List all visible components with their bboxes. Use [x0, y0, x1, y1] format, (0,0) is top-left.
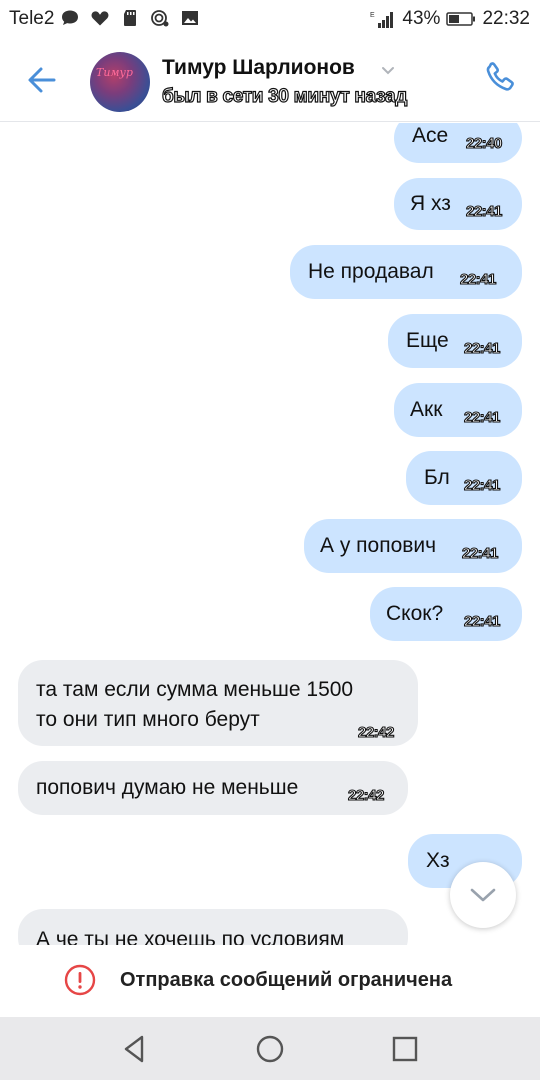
message-text: Я хз: [410, 192, 451, 215]
message-time: 22:41: [459, 270, 496, 288]
warning-icon: [64, 964, 96, 996]
system-status: E 43% 22:32: [370, 8, 530, 30]
message-text: попович думаю не меньше: [36, 776, 299, 799]
message-time: 22:41: [465, 202, 502, 220]
outgoing-message[interactable]: А у попович 22:41: [304, 519, 522, 573]
message-time: 22:41: [463, 612, 500, 630]
message-time: 22:42: [347, 786, 384, 804]
outgoing-message[interactable]: Асе 22:40: [394, 123, 522, 163]
message-time: 22:41: [461, 544, 498, 562]
battery-percent: 43%: [402, 8, 441, 29]
message-text: Скок?: [386, 602, 444, 625]
svg-text:E: E: [370, 12, 375, 19]
signal-icon: E: [370, 12, 394, 28]
message-time: 22:41: [463, 476, 500, 494]
outgoing-message[interactable]: Я хз 22:41: [394, 178, 522, 230]
message-text: Хз: [426, 849, 450, 872]
incoming-message[interactable]: попович думаю не меньше 22:42: [18, 761, 408, 815]
status-bar: Tele2 E 43% 22:32: [0, 0, 540, 38]
battery-icon: [446, 12, 476, 26]
avatar-text: Тимур: [96, 66, 133, 79]
message-text: А че ты не хочешь по условиям: [36, 928, 345, 945]
message-list[interactable]: Асе 22:40 Я хз 22:41 Не продавал 22:41 Е…: [0, 123, 540, 945]
back-triangle-icon[interactable]: [118, 1032, 152, 1066]
outgoing-message[interactable]: Бл 22:41: [406, 451, 522, 505]
system-nav-bar: [0, 1017, 540, 1080]
clock: 22:32: [482, 8, 530, 29]
outgoing-message[interactable]: Еще 22:41: [388, 314, 522, 368]
outgoing-message[interactable]: Не продавал 22:41: [290, 245, 522, 299]
message-text: Акк: [410, 398, 443, 421]
heart-icon: [91, 11, 109, 26]
message-text: та там если сумма меньше 1500 то они тип…: [36, 678, 354, 731]
message-text: Не продавал: [308, 260, 434, 283]
outgoing-message[interactable]: Акк 22:41: [394, 383, 522, 437]
scroll-to-bottom-button[interactable]: [450, 862, 516, 928]
messaging-restricted-bar: Отправка сообщений ограничена: [0, 945, 540, 1017]
chevron-down-icon: [470, 888, 496, 902]
back-arrow-icon[interactable]: [22, 60, 62, 100]
home-circle-icon[interactable]: [253, 1032, 287, 1066]
phone-icon[interactable]: [480, 58, 520, 98]
image-icon: [182, 11, 198, 25]
incoming-message[interactable]: та там если сумма меньше 1500 то они тип…: [18, 660, 418, 746]
notification-icons: [60, 8, 200, 28]
nfc-icon: [151, 10, 169, 27]
restricted-label: Отправка сообщений ограничена: [120, 969, 453, 991]
message-time: 22:41: [463, 339, 500, 357]
incoming-message[interactable]: А че ты не хочешь по условиям: [18, 909, 408, 945]
contact-status: был в сети 30 минут назад: [161, 85, 408, 107]
message-time: 22:42: [357, 723, 394, 741]
message-text: Бл: [424, 466, 450, 489]
sd-card-icon: [124, 10, 136, 26]
message-text: Еще: [406, 329, 449, 352]
message-time: 22:41: [463, 408, 500, 426]
recents-square-icon[interactable]: [388, 1032, 422, 1066]
message-time: 22:40: [465, 134, 502, 152]
outgoing-message[interactable]: Скок? 22:41: [370, 587, 522, 641]
chevron-down-icon[interactable]: [380, 62, 396, 78]
carrier-label: Tele2: [9, 8, 55, 29]
contact-name[interactable]: Тимур Шарлионов: [162, 56, 355, 80]
avatar[interactable]: Тимур: [90, 52, 150, 112]
chat-header: Тимур Тимур Шарлионов был в сети 30 мину…: [0, 38, 540, 122]
chat-bubble-icon: [62, 10, 78, 25]
message-text: А у попович: [320, 534, 437, 557]
message-text: Асе: [412, 124, 449, 147]
